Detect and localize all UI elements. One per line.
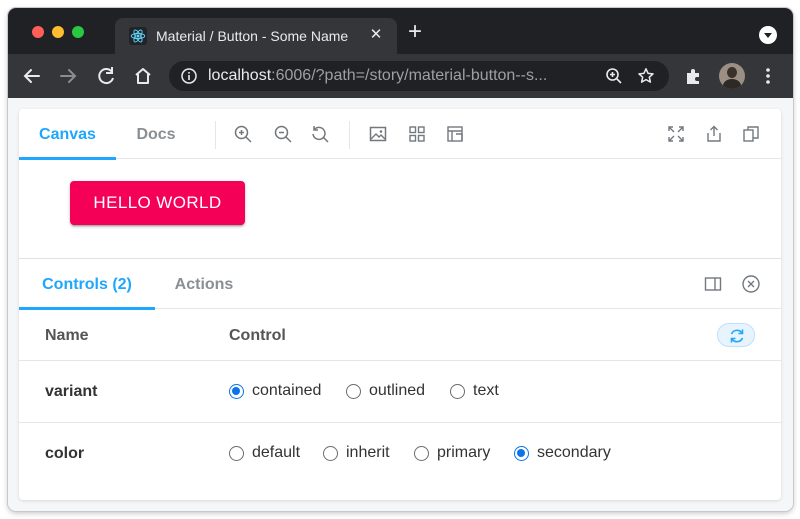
column-header-name: Name [45, 327, 89, 344]
back-icon[interactable] [18, 62, 46, 90]
radio-selected-icon[interactable] [229, 383, 244, 399]
panel-orientation-icon[interactable] [703, 274, 723, 294]
zoom-icon[interactable] [605, 67, 623, 85]
radio-label: secondary [537, 444, 611, 461]
radio-label: inherit [346, 444, 390, 461]
info-icon[interactable] [181, 68, 197, 84]
storybook-toolbar: Canvas Docs [19, 109, 781, 160]
radio-label: primary [437, 444, 491, 461]
url-host: localhost [208, 67, 272, 84]
reset-controls-button[interactable] [717, 323, 755, 347]
url-path: :6006/?path=/story/material-button--s... [271, 67, 548, 84]
close-tab-icon[interactable]: ✕ [365, 24, 387, 46]
radio-label: text [473, 382, 499, 399]
browser-window: Material / Button - Some Name ✕ + localh… [8, 8, 793, 511]
tab-strip: Material / Button - Some Name ✕ + [8, 8, 793, 54]
tab-search-icon[interactable] [759, 26, 777, 44]
hello-world-button[interactable]: HELLO WORLD [70, 181, 245, 225]
radio-default[interactable]: default [229, 443, 300, 463]
zoom-reset-icon[interactable] [310, 124, 330, 144]
tab-actions[interactable]: Actions [155, 259, 253, 309]
tab-title: Material / Button - Some Name [156, 28, 349, 44]
addons-tab-bar: Controls (2) Actions [19, 259, 781, 310]
tab-controls[interactable]: Controls (2) [19, 259, 155, 310]
addons-panel: Controls (2) Actions Name Control varian… [19, 258, 781, 500]
zoom-in-icon[interactable] [233, 124, 253, 144]
open-new-tab-icon[interactable] [704, 124, 724, 144]
browser-tab[interactable]: Material / Button - Some Name ✕ [115, 18, 397, 54]
control-row-color: color default inherit primary secondary [19, 423, 781, 485]
profile-avatar[interactable] [719, 63, 745, 89]
radio-unselected-icon[interactable] [414, 445, 429, 461]
copy-link-icon[interactable] [741, 124, 761, 144]
control-name: color [45, 445, 85, 462]
url-text[interactable]: localhost:6006/?path=/story/material-but… [208, 67, 588, 85]
toolbar-divider [349, 121, 350, 149]
radio-inherit[interactable]: inherit [323, 443, 390, 463]
radio-label: outlined [369, 382, 426, 399]
fullscreen-icon[interactable] [666, 124, 686, 144]
radio-outlined[interactable]: outlined [346, 381, 425, 401]
background-image-icon[interactable] [368, 124, 388, 144]
react-logo-icon [129, 27, 147, 45]
column-header-control: Control [229, 327, 286, 344]
close-panel-icon[interactable] [741, 274, 761, 294]
radio-unselected-icon[interactable] [346, 383, 361, 399]
radio-selected-icon[interactable] [514, 445, 529, 461]
controls-header-row: Name Control [19, 309, 781, 361]
bookmark-star-icon[interactable] [637, 67, 655, 85]
browser-toolbar: localhost:6006/?path=/story/material-but… [8, 54, 793, 98]
control-name: variant [45, 383, 98, 400]
maximize-window-button[interactable] [72, 26, 84, 38]
control-row-variant: variant contained outlined text [19, 361, 781, 423]
radio-label: contained [252, 382, 322, 399]
reload-icon[interactable] [92, 62, 120, 90]
more-menu-icon[interactable] [760, 66, 776, 86]
address-bar[interactable]: localhost:6006/?path=/story/material-but… [169, 61, 669, 91]
close-window-button[interactable] [32, 26, 44, 38]
grid-icon[interactable] [407, 124, 427, 144]
refresh-icon [730, 329, 744, 343]
forward-icon[interactable] [54, 62, 82, 90]
minimize-window-button[interactable] [52, 26, 64, 38]
radio-unselected-icon[interactable] [450, 383, 465, 399]
zoom-out-icon[interactable] [273, 124, 293, 144]
page-content: Canvas Docs HELLO WORLD Controls (2) Act… [8, 98, 793, 511]
home-icon[interactable] [129, 62, 157, 90]
viewport-icon[interactable] [445, 124, 465, 144]
radio-unselected-icon[interactable] [229, 445, 244, 461]
radio-secondary[interactable]: secondary [514, 443, 611, 463]
radio-label: default [252, 444, 301, 461]
new-tab-button[interactable]: + [404, 20, 426, 44]
extensions-puzzle-icon[interactable] [684, 66, 704, 86]
story-preview: HELLO WORLD [19, 160, 781, 258]
radio-primary[interactable]: primary [414, 443, 490, 463]
radio-unselected-icon[interactable] [323, 445, 338, 461]
radio-contained[interactable]: contained [229, 381, 321, 401]
tab-docs[interactable]: Docs [116, 109, 196, 159]
tab-canvas[interactable]: Canvas [19, 109, 116, 160]
storybook-panel: Canvas Docs HELLO WORLD Controls (2) Act… [19, 109, 781, 500]
toolbar-divider [215, 121, 216, 149]
radio-text[interactable]: text [450, 381, 499, 401]
